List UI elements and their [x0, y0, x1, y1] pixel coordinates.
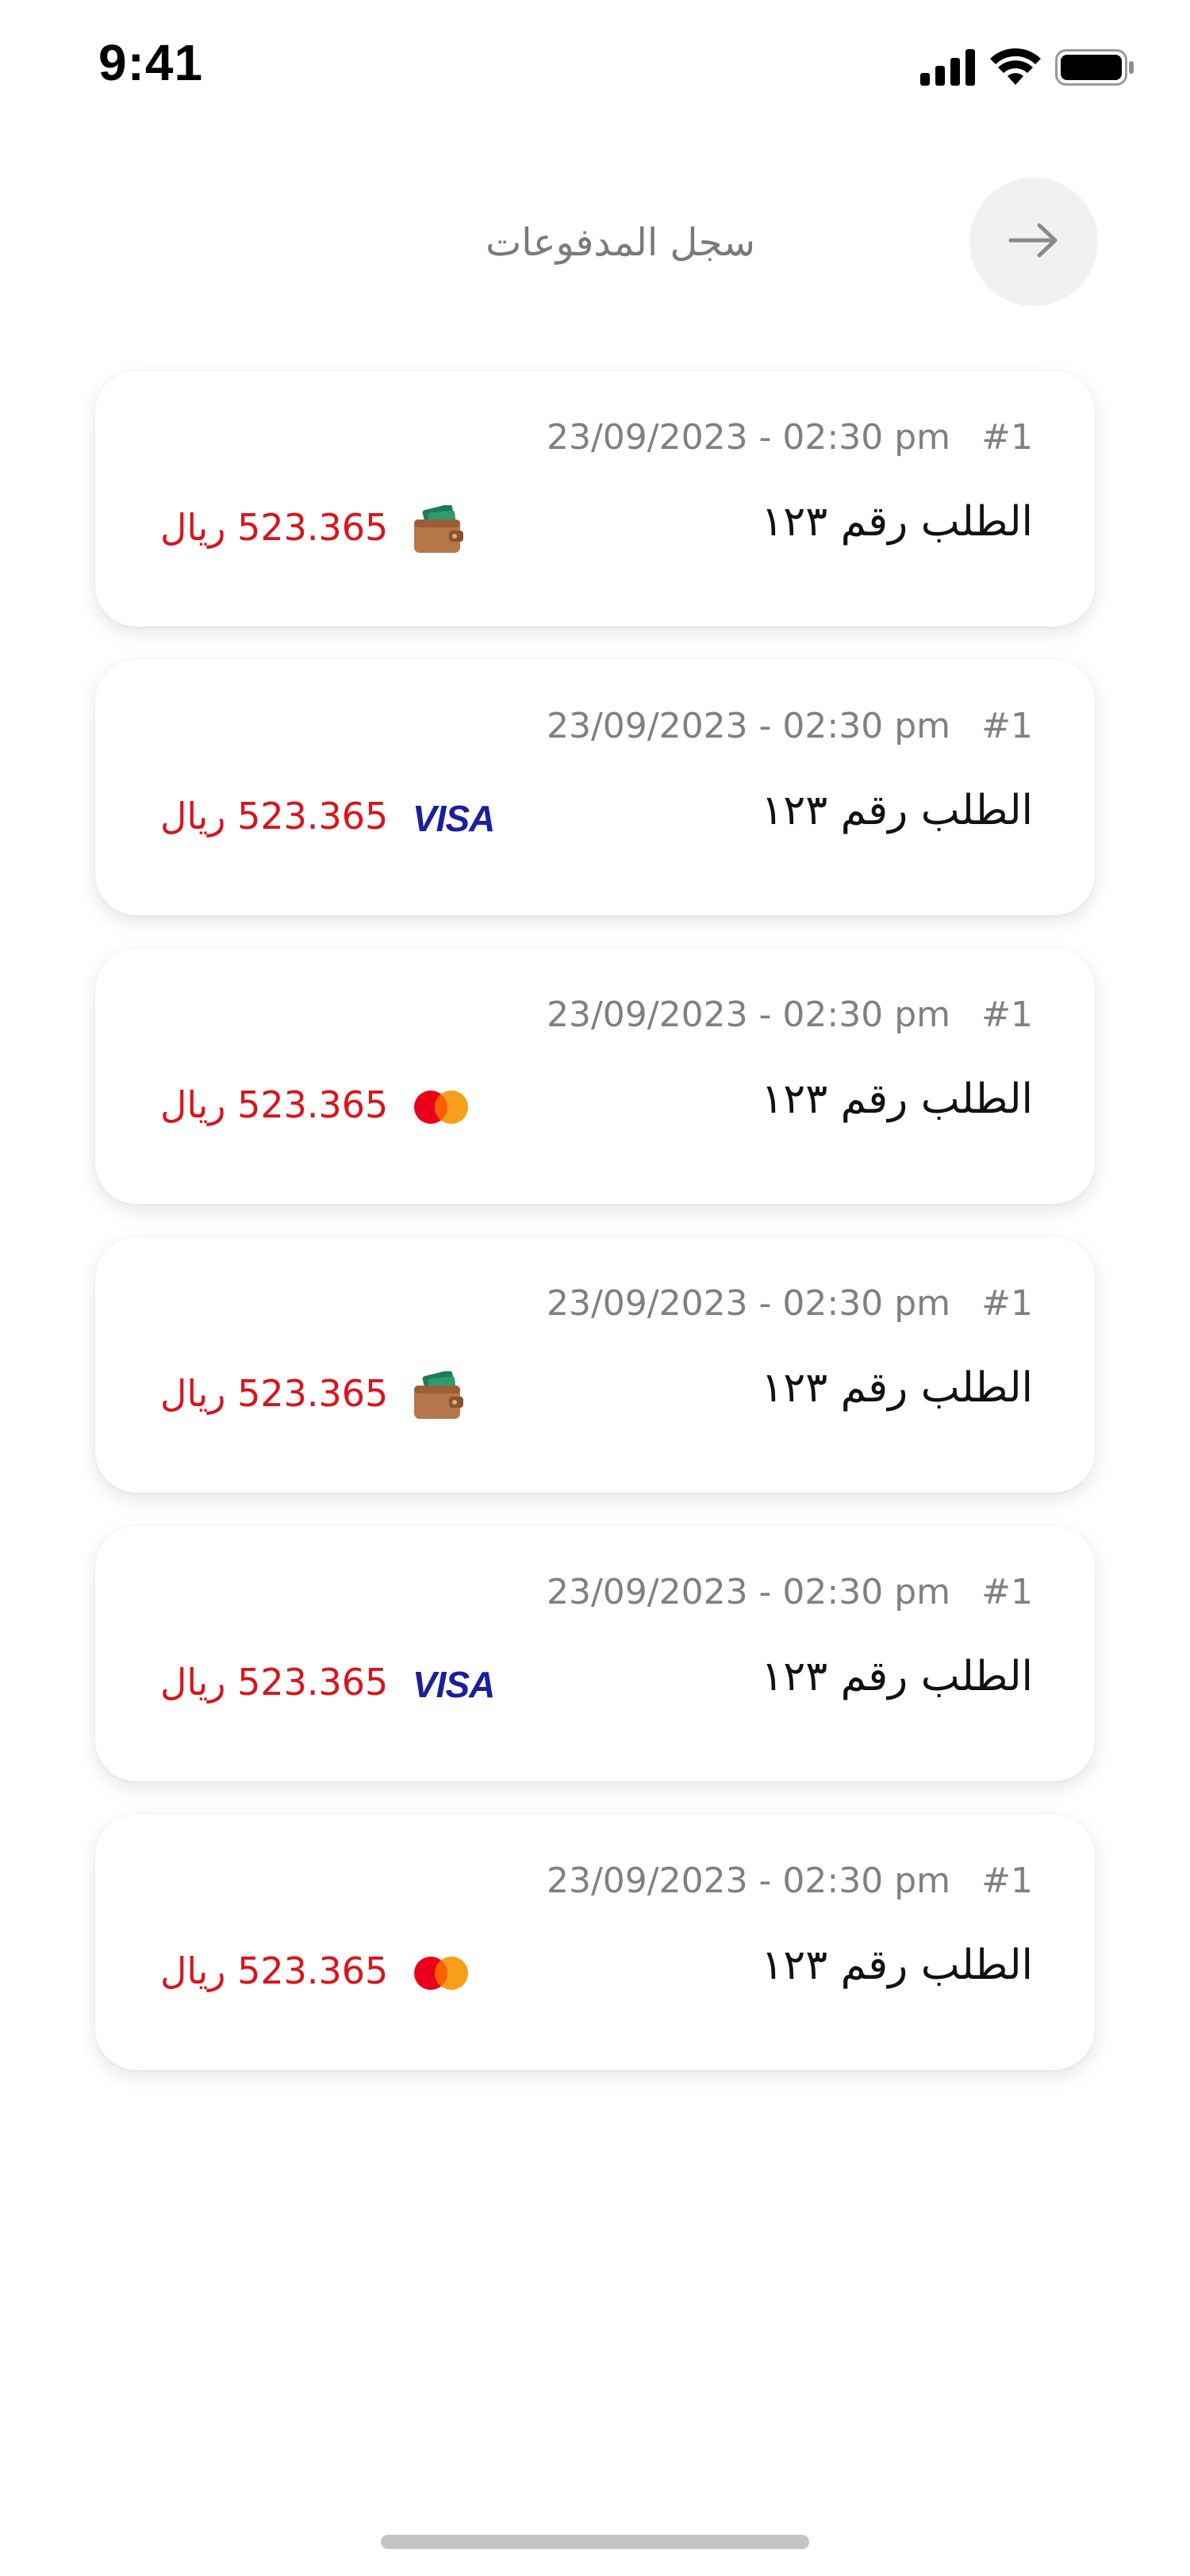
payment-amount: 523.365 ريال — [160, 1661, 389, 1704]
payment-number: #1 — [981, 995, 1033, 1035]
mastercard-icon — [413, 1943, 508, 2003]
payment-amount: 523.365 ريال — [160, 795, 389, 838]
arrow-right-icon — [1006, 220, 1061, 263]
visa-logo-text: VISA — [413, 1664, 495, 1705]
status-icons — [920, 48, 1134, 90]
payment-number: #1 — [981, 1861, 1033, 1901]
home-indicator — [381, 2535, 809, 2549]
visa-icon: VISA — [413, 788, 508, 849]
order-label: الطلب رقم ١٢٣ — [761, 1942, 1033, 1989]
payment-amount: 523.365 ريال — [160, 1949, 389, 1992]
payment-date: 23/09/2023 - 02:30 pm — [546, 1572, 950, 1612]
payment-card[interactable]: #1 23/09/2023 - 02:30 pm الطلب رقم ١٢٣ 5… — [95, 949, 1095, 1204]
status-bar: 9:41 — [0, 0, 1190, 143]
page-title: سجل المدفوعات — [486, 220, 755, 265]
payment-number: #1 — [981, 706, 1033, 746]
payment-card[interactable]: #1 23/09/2023 - 02:30 pm الطلب رقم ١٢٣ V… — [95, 1526, 1095, 1781]
payment-number: #1 — [981, 1283, 1033, 1324]
payment-card[interactable]: #1 23/09/2023 - 02:30 pm الطلب رقم ١٢٣ 5… — [95, 1237, 1095, 1493]
payment-date: 23/09/2023 - 02:30 pm — [546, 706, 950, 746]
payment-card[interactable]: #1 23/09/2023 - 02:30 pm الطلب رقم ١٢٣ 5… — [95, 1815, 1095, 2070]
wifi-icon — [990, 48, 1041, 90]
visa-logo-text: VISA — [413, 798, 495, 839]
payment-date: 23/09/2023 - 02:30 pm — [546, 417, 950, 458]
visa-icon: VISA — [413, 1654, 508, 1715]
signal-icon — [920, 49, 976, 89]
order-label: الطلب رقم ١٢٣ — [761, 1653, 1033, 1700]
order-label: الطلب رقم ١٢٣ — [761, 1364, 1033, 1412]
payment-date: 23/09/2023 - 02:30 pm — [546, 995, 950, 1035]
payment-number: #1 — [981, 417, 1033, 458]
payment-amount: 523.365 ريال — [160, 1372, 389, 1415]
payment-card[interactable]: #1 23/09/2023 - 02:30 pm الطلب رقم ١٢٣ V… — [95, 660, 1095, 915]
payment-number: #1 — [981, 1572, 1033, 1612]
order-label: الطلب رقم ١٢٣ — [761, 498, 1033, 546]
header: سجل المدفوعات — [0, 174, 1190, 309]
payment-date: 23/09/2023 - 02:30 pm — [546, 1283, 950, 1324]
wallet-icon — [413, 500, 508, 560]
payment-card[interactable]: #1 23/09/2023 - 02:30 pm الطلب رقم ١٢٣ 5… — [95, 371, 1095, 627]
mastercard-icon — [413, 1077, 508, 1137]
battery-icon — [1055, 49, 1134, 89]
order-label: الطلب رقم ١٢٣ — [761, 787, 1033, 834]
status-time: 9:41 — [98, 34, 204, 91]
wallet-icon — [413, 1366, 508, 1426]
back-button[interactable] — [969, 178, 1098, 306]
order-label: الطلب رقم ١٢٣ — [761, 1075, 1033, 1123]
payment-amount: 523.365 ريال — [160, 506, 389, 549]
payment-amount: 523.365 ريال — [160, 1083, 389, 1126]
payment-list: #1 23/09/2023 - 02:30 pm الطلب رقم ١٢٣ 5… — [95, 371, 1095, 2103]
payment-date: 23/09/2023 - 02:30 pm — [546, 1861, 950, 1901]
